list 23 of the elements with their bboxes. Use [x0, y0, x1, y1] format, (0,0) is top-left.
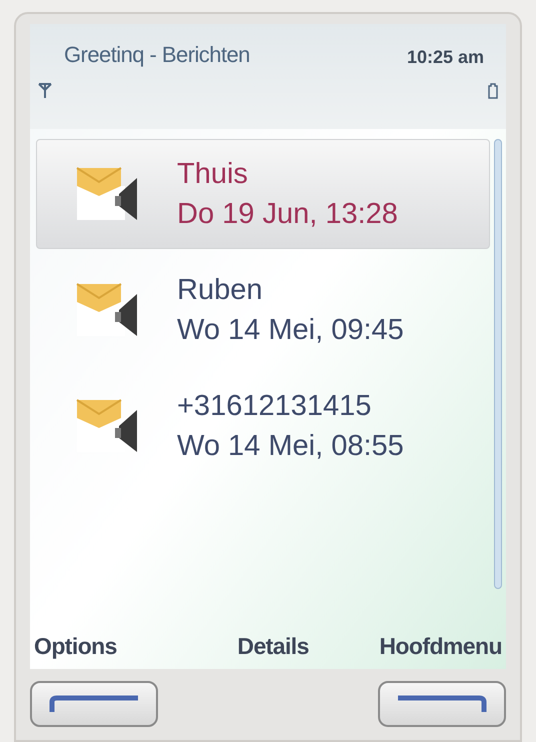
message-item[interactable]: +31612131415 Wo 14 Mei, 08:55 [36, 371, 490, 481]
sender: Thuis [177, 156, 249, 192]
sender: +31612131415 [177, 388, 372, 424]
battery-icon [488, 83, 498, 99]
clock: 10:25 am [406, 46, 484, 69]
voice-message-icon [75, 282, 139, 338]
left-softkey-button[interactable] [30, 681, 158, 727]
message-item[interactable]: Thuis Do 19 Jun, 13:28 [36, 139, 490, 249]
message-item[interactable]: Ruben Wo 14 Mei, 09:45 [36, 255, 490, 365]
middle-softkey-label: Details [237, 632, 309, 660]
voice-message-icon [75, 166, 139, 222]
right-softkey-label: Hoofdmenu [379, 632, 502, 660]
sender: Ruben [177, 272, 264, 308]
left-softkey-label: Options [34, 632, 117, 661]
signal-icon [38, 83, 52, 99]
right-softkey-icon [396, 694, 488, 714]
left-softkey-icon [48, 694, 140, 714]
window-title: Greetinq - Berichten [64, 41, 250, 69]
right-softkey-button[interactable] [378, 681, 506, 727]
voice-message-icon [75, 398, 139, 454]
message-date: Do 19 Jun, 13:28 [177, 197, 398, 232]
message-date: Wo 14 Mei, 08:55 [177, 429, 404, 464]
message-date: Wo 14 Mei, 09:45 [177, 313, 404, 348]
